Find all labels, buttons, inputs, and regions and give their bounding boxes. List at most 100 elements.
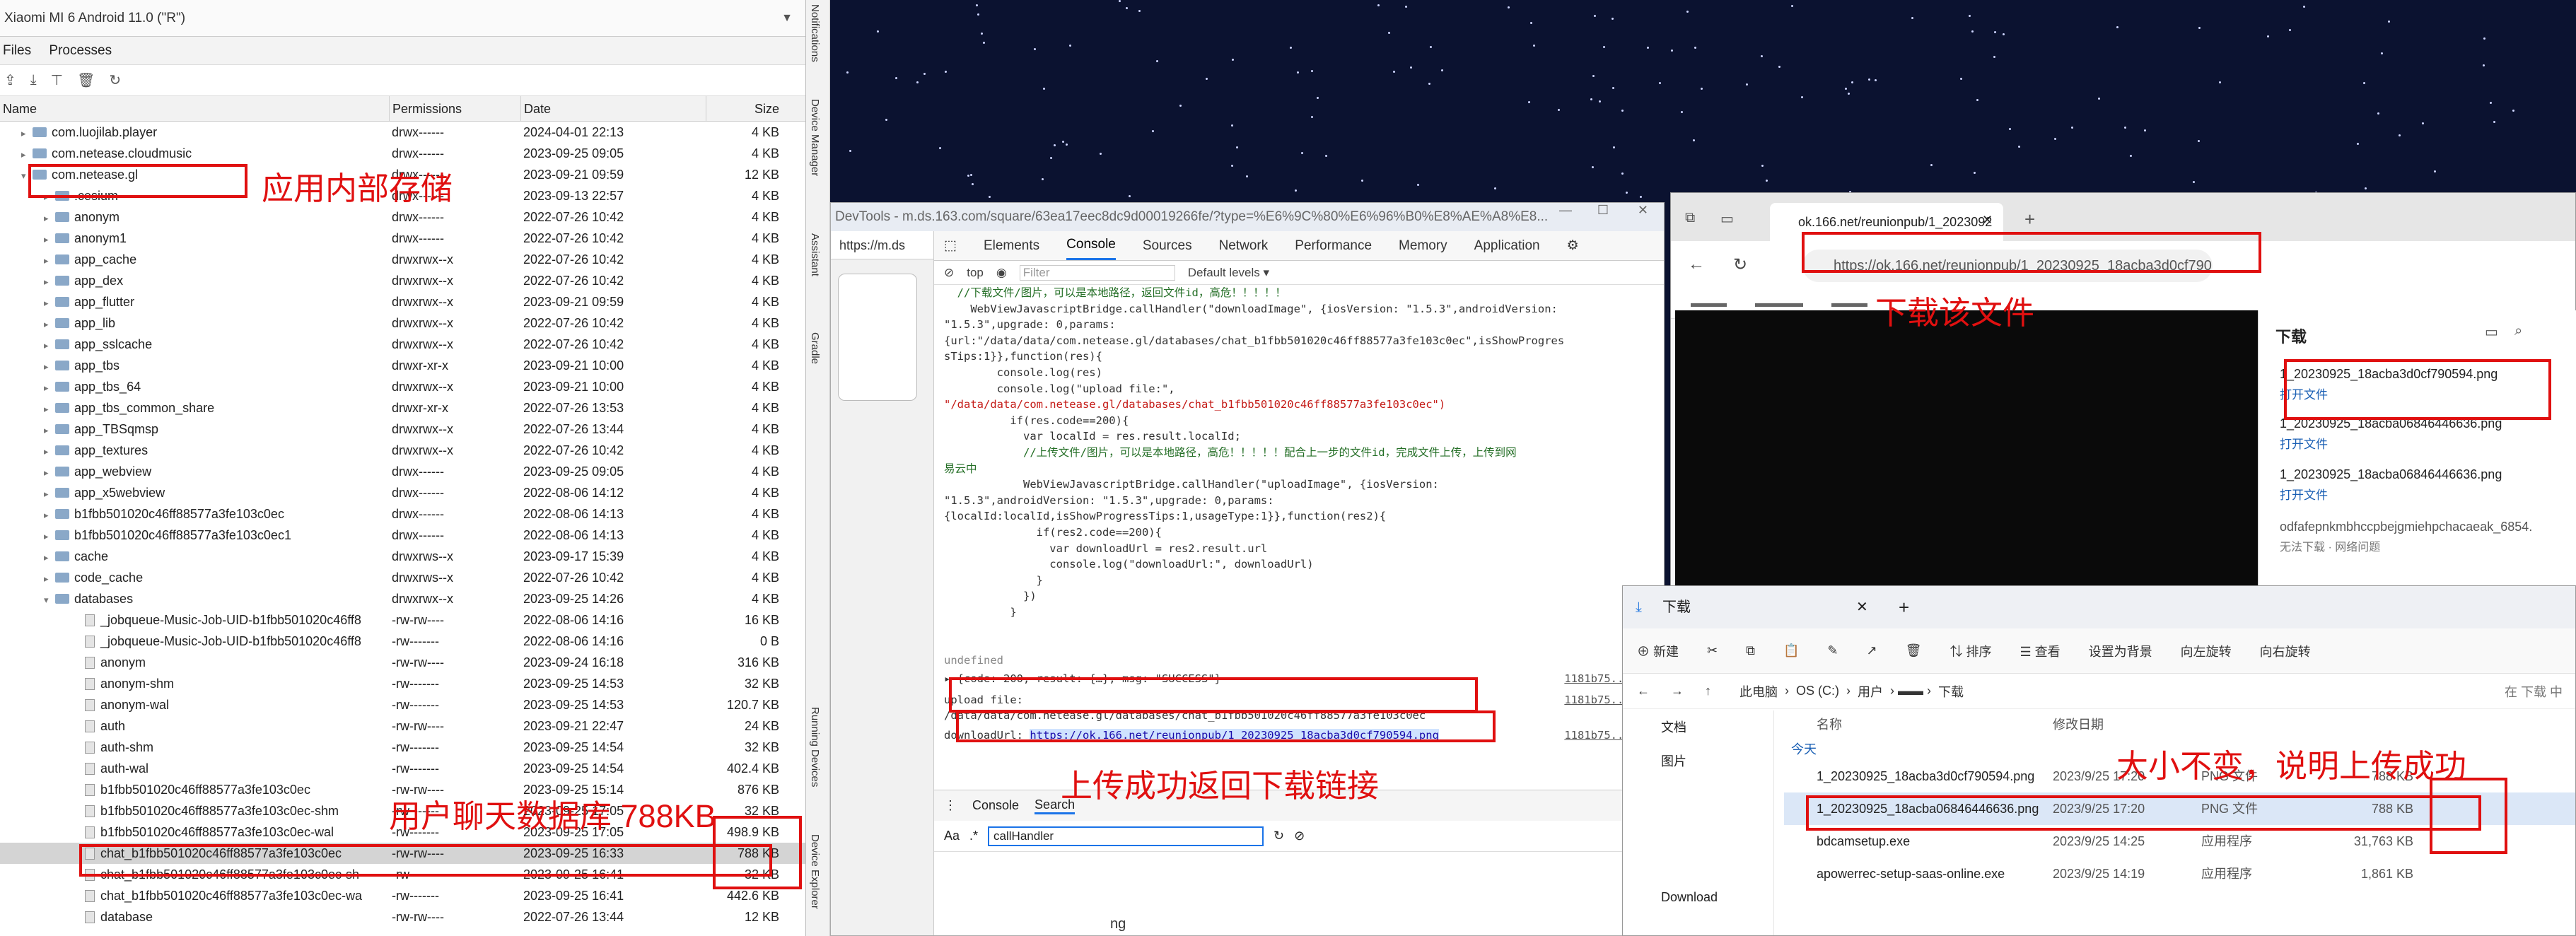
table-row[interactable]: ▸ app_x5webview drwx------ 2022-08-06 14:12… (0, 482, 805, 503)
table-row[interactable]: _jobqueue-Music-Job-UID-b1fbb501020c46ff… (0, 631, 805, 652)
path-segment[interactable]: 下载 (1938, 682, 1964, 701)
path-segment[interactable]: 此电脑 (1739, 682, 1778, 701)
favorite-item[interactable]: ▬▬▬ (1691, 296, 1727, 310)
column-size[interactable]: Size (706, 96, 783, 121)
nav-item-download[interactable]: Download (1623, 880, 1773, 914)
table-row[interactable]: ▸ code_cache drwxrws--x 2022-07-26 10:42 4 K… (0, 567, 805, 588)
table-row[interactable]: ▸ cache drwxrws--x 2023-09-17 15:39 4 KB (0, 546, 805, 567)
table-row[interactable]: ▸ b1fbb501020c46ff88577a3fe103c0ec1 drwx--… (0, 525, 805, 546)
tab-files[interactable]: Files (3, 43, 31, 58)
column-permissions[interactable]: Permissions (389, 96, 520, 121)
tab-network[interactable]: Network (1219, 238, 1269, 254)
tool-gradle[interactable]: Gradle (809, 332, 821, 364)
folder-icon[interactable]: ▭ (2485, 323, 2498, 341)
minimize-icon[interactable]: — (1559, 203, 1572, 218)
paste-icon[interactable]: 📋 (1783, 643, 1799, 658)
column-name[interactable]: 名称 (1784, 710, 2053, 739)
tab-application[interactable]: Application (1474, 238, 1540, 254)
table-row[interactable]: ▸ anonym drwx------ 2022-07-26 10:42 4 KB (0, 206, 805, 228)
eye-icon[interactable]: ◉ (996, 266, 1007, 280)
table-row[interactable]: anonym-shm -rw------- 2023-09-25 14:53 32 K… (0, 673, 805, 694)
regex-toggle[interactable]: .* (969, 829, 978, 843)
copy-icon[interactable]: ⧉ (1746, 643, 1755, 658)
column-date[interactable]: Date (520, 96, 706, 121)
table-row[interactable]: _jobqueue-Music-Job-UID-b1fbb501020c46ff… (0, 609, 805, 631)
table-row[interactable]: anonym-wal -rw------- 2023-09-25 14:53 120.… (0, 694, 805, 715)
expand-arrow-icon[interactable]: ▸ (44, 208, 55, 228)
match-case-toggle[interactable]: Aa (944, 829, 960, 843)
context-select[interactable]: top (967, 266, 984, 280)
expand-arrow-icon[interactable]: ▸ (44, 441, 55, 461)
table-row[interactable]: ▸ app_tbs_common_share drwxr-xr-x 2022-07-2… (0, 397, 805, 419)
search-input[interactable]: callHandler (988, 826, 1264, 846)
expand-arrow-icon[interactable]: ▸ (44, 314, 55, 334)
tab-processes[interactable]: Processes (49, 43, 112, 58)
up-icon[interactable]: ↑ (1705, 684, 1711, 698)
download-icon[interactable]: ⤓ (30, 72, 37, 88)
tool-assistant[interactable]: Assistant (809, 233, 821, 276)
video-player[interactable] (1675, 310, 2259, 589)
tool-device-explorer[interactable]: Device Explorer (809, 834, 821, 909)
back-icon[interactable]: ← (1688, 255, 1705, 274)
download-item[interactable]: 1_20230925_18acba06846446636.png 打开文件 (2280, 467, 2502, 503)
table-row[interactable]: ▸ app_tbs drwxr-xr-x 2023-09-21 10:00 4 KB (0, 355, 805, 376)
tab-sources[interactable]: Sources (1143, 238, 1192, 254)
table-row[interactable]: ▸ app_dex drwxrwx--x 2022-07-26 10:42 4 KB (0, 270, 805, 291)
gear-icon[interactable]: ⚙ (1567, 238, 1579, 254)
table-row[interactable]: ▸ app_sslcache drwxrwx--x 2022-07-26 10:42 4… (0, 334, 805, 355)
set-background-button[interactable]: 设置为背景 (2089, 642, 2152, 660)
levels-select[interactable]: Default levels ▾ (1188, 266, 1269, 280)
sort-button[interactable]: ⇅ 排序 (1950, 642, 1991, 660)
device-selector[interactable]: Xiaomi MI 6 Android 11.0 ("R") ▼ (0, 0, 805, 37)
expand-arrow-icon[interactable]: ▸ (44, 229, 55, 249)
open-file-link[interactable]: 打开文件 (2280, 485, 2502, 503)
search-icon[interactable]: ⌕ (2514, 323, 2522, 339)
table-row[interactable]: anonym -rw-rw---- 2023-09-24 16:18 316 KB (0, 652, 805, 673)
column-date[interactable]: 修改日期 (2053, 710, 2201, 739)
table-row[interactable]: auth -rw-rw---- 2023-09-21 22:47 24 KB (0, 715, 805, 737)
expand-arrow-icon[interactable]: ▸ (44, 547, 55, 567)
new-tab-icon[interactable]: + (2024, 209, 2035, 230)
expand-arrow-icon[interactable]: ▸ (44, 356, 55, 376)
open-file-link[interactable]: 打开文件 (2280, 434, 2502, 452)
refresh-icon[interactable]: ↻ (1733, 255, 1747, 275)
drawer-menu-icon[interactable]: ⋮ (944, 798, 957, 813)
expand-arrow-icon[interactable]: ▸ (44, 399, 55, 419)
table-row[interactable]: ▾ databases drwxrwx--x 2023-09-25 14:26 4 KB (0, 588, 805, 609)
phone-screen-preview[interactable] (838, 274, 917, 401)
nav-item-documents[interactable]: 文档 (1623, 710, 1773, 744)
expand-arrow-icon[interactable]: ▸ (44, 484, 55, 503)
rotate-left-button[interactable]: 向左旋转 (2181, 642, 2232, 660)
tab-actions-icon[interactable]: ▭ (1720, 210, 1734, 228)
forward-icon[interactable]: → (1671, 684, 1684, 698)
path-segment[interactable]: OS (C:) (1796, 684, 1839, 698)
table-row[interactable]: ▸ com.luojilab.player drwx------ 2024-04-01… (0, 122, 805, 143)
inspect-icon[interactable]: ⬚ (944, 238, 957, 254)
filter-input[interactable]: Filter (1019, 264, 1175, 281)
tool-device-manager[interactable]: Device Manager (809, 99, 821, 176)
download-item[interactable]: 1_20230925_18acba06846446636.png 打开文件 (2280, 416, 2502, 452)
close-tab-icon[interactable]: ✕ (1982, 213, 1993, 228)
table-row[interactable]: ▸ app_textures drwxrwx--x 2022-07-26 10:42 4… (0, 440, 805, 461)
expand-arrow-icon[interactable]: ▸ (44, 378, 55, 397)
new-tab-icon[interactable]: + (1899, 586, 1909, 628)
expand-arrow-icon[interactable]: ▸ (44, 293, 55, 312)
table-row[interactable]: ▸ app_flutter drwxrwx--x 2023-09-21 09:59 4 … (0, 291, 805, 312)
new-button[interactable]: ⊕ 新建 (1637, 642, 1679, 660)
table-row[interactable]: ▸ app_tbs_64 drwxrwx--x 2023-09-21 10:00 4 K… (0, 376, 805, 397)
clear-console-icon[interactable]: ⊘ (944, 266, 954, 280)
nav-item-blurred[interactable] (1623, 812, 1773, 846)
tool-notifications[interactable]: Notifications (809, 4, 821, 62)
expand-arrow-icon[interactable]: ▸ (44, 420, 55, 440)
cut-icon[interactable]: ✂ (1707, 643, 1718, 658)
tab-memory[interactable]: Memory (1399, 238, 1447, 254)
table-row[interactable]: database -rw-rw---- 2022-07-26 13:44 12 KB (0, 906, 805, 928)
list-item[interactable]: apowerrec-setup-saas-online.exe 2023/9/25… (1784, 858, 2575, 890)
table-row[interactable]: ▸ com.netease.cloudmusic drwx------ 2023-09… (0, 143, 805, 164)
drawer-tab-console[interactable]: Console (972, 798, 1019, 813)
path-segment[interactable]: 用户 (1858, 682, 1883, 701)
table-row[interactable]: ▸ app_webview drwx------ 2023-09-25 09:05 4 … (0, 461, 805, 482)
workspaces-icon[interactable]: ⧉ (1685, 210, 1695, 226)
table-row[interactable]: ▸ anonym1 drwx------ 2022-07-26 10:42 4 KB (0, 228, 805, 249)
table-row[interactable]: auth-wal -rw------- 2023-09-25 14:54 402.4 … (0, 758, 805, 779)
